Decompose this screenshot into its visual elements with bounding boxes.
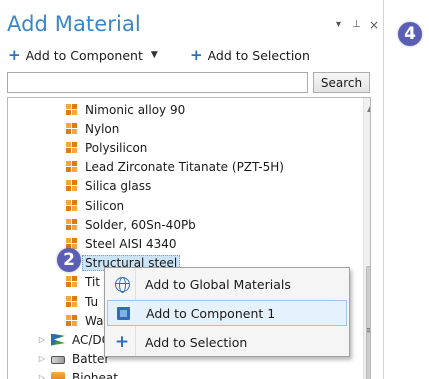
material-item[interactable]: Nylon [66, 119, 122, 138]
add-to-selection-label: Add to Selection [207, 47, 310, 63]
scrollbar-thumb[interactable] [366, 266, 370, 379]
add-to-selection-button[interactable]: + Add to Selection [190, 46, 310, 64]
material-label: Solder, 60Sn-40Pb [85, 217, 196, 232]
material-label: Silicon [85, 198, 125, 213]
pin-icon[interactable]: ⊥ [352, 18, 361, 32]
library-item[interactable]: ▷ Batter [36, 349, 112, 368]
expand-icon[interactable]: ▷ [36, 354, 48, 363]
component-icon [111, 306, 135, 320]
material-label: Steel AISI 4340 [85, 236, 177, 251]
material-icon [66, 295, 78, 308]
material-label: Tit [85, 275, 100, 290]
material-label: Wa [85, 313, 104, 328]
chevron-down-icon[interactable]: ▼ [151, 50, 158, 60]
add-to-component-label: Add to Component [25, 47, 143, 63]
search-button[interactable]: Search [313, 72, 370, 93]
expand-icon[interactable]: ▷ [36, 373, 48, 379]
library-label: Bioheat [72, 370, 118, 379]
material-item[interactable]: Lead Zirconate Titanate (PZT-5H) [66, 158, 287, 177]
plus-icon: + [8, 46, 21, 64]
step-badge-2: 2 [57, 248, 81, 272]
scrollbar-grip-icon: ≡ [366, 326, 370, 336]
material-icon [66, 276, 78, 288]
context-menu-label: Add to Component 1 [146, 305, 276, 321]
material-item[interactable]: Silica glass [66, 177, 154, 196]
plus-icon: + [114, 332, 130, 352]
context-menu-item[interactable]: Add to Global Materials [107, 271, 347, 297]
step-badge-4: 4 [398, 22, 422, 46]
context-menu-item[interactable]: Add to Component 1 [107, 300, 347, 326]
material-item[interactable]: Tit [66, 273, 103, 292]
material-item[interactable]: Silicon [66, 196, 127, 215]
panel-menu-icon[interactable]: ▾ [336, 18, 341, 32]
context-menu-item[interactable]: + Add to Selection [107, 329, 347, 355]
globe-icon [110, 276, 134, 293]
plus-icon: + [190, 46, 203, 64]
material-item[interactable]: Tu [66, 292, 101, 311]
window-controls: ▾ ⊥ × [336, 18, 382, 32]
panel-title: Add Material [7, 12, 141, 36]
material-label: Silica glass [85, 179, 152, 194]
material-item[interactable]: Nimonic alloy 90 [66, 100, 188, 119]
expand-icon[interactable]: ▷ [36, 335, 48, 344]
material-icon [66, 314, 78, 327]
scroll-up-icon[interactable]: ▲ [367, 104, 370, 113]
battery-library-icon [51, 355, 65, 364]
library-item[interactable]: ▷ AC/DC [36, 330, 113, 349]
toolbar: + Add to Component ▼ + Add to Selection [8, 46, 348, 64]
close-icon[interactable]: × [369, 18, 379, 32]
vertical-scrollbar[interactable]: ▲ ≡ [363, 98, 370, 379]
material-label: Lead Zirconate Titanate (PZT-5H) [85, 160, 284, 175]
search-input[interactable] [7, 72, 308, 93]
material-icon [66, 180, 78, 192]
add-to-component-button[interactable]: + Add to Component ▼ [8, 46, 158, 64]
material-icon [66, 218, 78, 231]
context-menu: Add to Global Materials Add to Component … [104, 267, 350, 357]
material-item[interactable]: Steel AISI 4340 [66, 234, 180, 253]
material-label: Nimonic alloy 90 [85, 102, 186, 117]
context-menu-label: Add to Global Materials [145, 276, 291, 292]
bioheat-library-icon [51, 371, 65, 379]
material-icon [66, 103, 78, 116]
context-menu-label: Add to Selection [145, 334, 248, 350]
material-item[interactable]: Wa [66, 311, 106, 330]
material-label: Nylon [85, 121, 120, 136]
material-label: Tu [85, 294, 99, 309]
material-icon [66, 199, 78, 212]
material-icon [66, 122, 78, 135]
library-item[interactable]: ▷ Bioheat [36, 368, 121, 379]
material-label: Polysilicon [85, 140, 148, 155]
acdc-library-icon [51, 333, 65, 346]
material-item[interactable]: Solder, 60Sn-40Pb [66, 215, 199, 234]
material-item[interactable]: Polysilicon [66, 138, 150, 157]
material-icon [66, 161, 78, 173]
material-icon [66, 141, 78, 154]
